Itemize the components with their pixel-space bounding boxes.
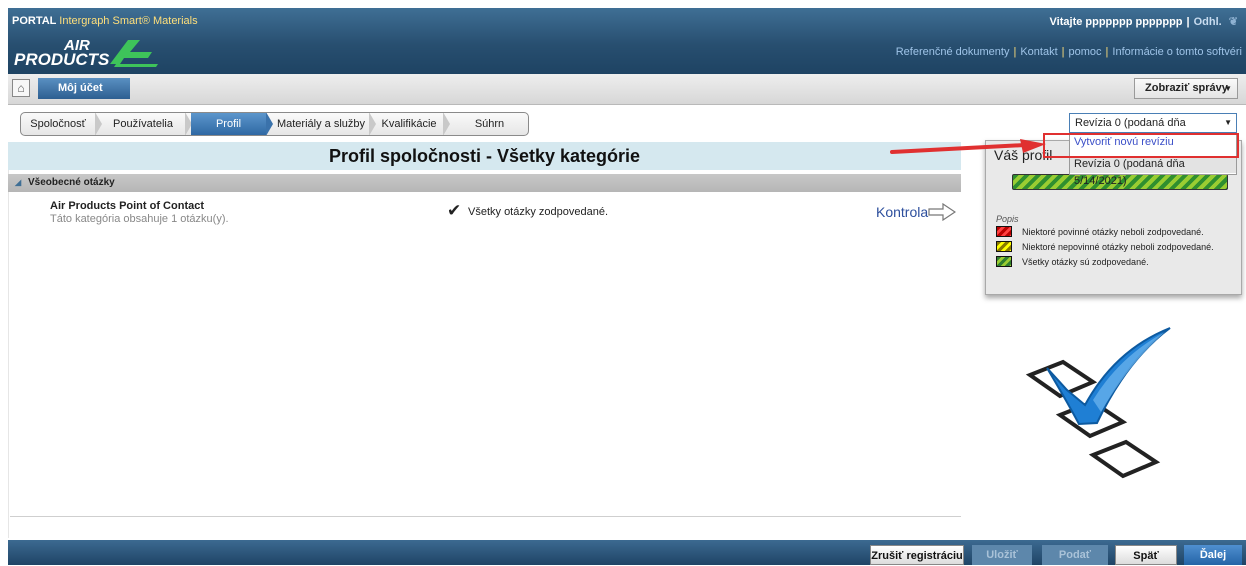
legend-text: Niektoré nepovinné otázky neboli zodpove… [1022, 242, 1214, 252]
legend-label: Popis [996, 214, 1019, 224]
portal-header: PORTAL Intergraph Smart® Materials AIR P… [8, 8, 1246, 74]
leaf-icon: ❦ [1228, 16, 1238, 28]
red-status-icon [996, 226, 1012, 237]
reference-docs-link[interactable]: Referenčné dokumenty [896, 46, 1010, 58]
svg-text:PRODUCTS: PRODUCTS [14, 50, 110, 68]
portal-label: PORTAL [12, 15, 57, 27]
step-users[interactable]: Používatelia [101, 113, 192, 135]
legend-item-optional: Niektoré nepovinné otázky neboli zodpove… [996, 241, 1214, 253]
legend-text: Niektoré povinné otázky neboli zodpoveda… [1022, 227, 1204, 237]
air-products-logo: AIR PRODUCTS [14, 37, 158, 68]
submit-button[interactable]: Podať [1042, 545, 1108, 565]
step-label: Súhrn [474, 118, 505, 130]
account-bar: ⌂ Môj účet Zobraziť správy ▼ [8, 74, 1246, 105]
chevron-down-icon: ▼ [1224, 84, 1232, 93]
my-account-tab[interactable]: Môj účet [38, 78, 130, 99]
step-materials[interactable]: Materiály a služby [273, 113, 376, 135]
logout-link[interactable]: Odhl. [1194, 16, 1222, 28]
question-row-title: Air Products Point of Contact [50, 200, 204, 212]
top-links: Referenčné dokumenty | Kontakt | pomoc | Infor… [895, 46, 1242, 58]
contact-link[interactable]: Kontakt [1020, 46, 1057, 58]
save-button[interactable]: Uložiť [972, 545, 1032, 565]
content-divider [10, 516, 961, 517]
revision-select[interactable]: Revízia 0 (podaná dňa 5/14/2021) ▼ [1069, 113, 1237, 147]
yellow-status-icon [996, 241, 1012, 252]
about-software-link[interactable]: Informácie o tomto softvéri [1112, 46, 1242, 58]
step-summary[interactable]: Súhrn [451, 113, 528, 135]
arrow-right-icon[interactable] [928, 203, 956, 221]
category-title: Všeobecné otázky [28, 177, 115, 188]
checklist-illustration [1025, 327, 1171, 479]
step-label: Spoločnosť [30, 118, 86, 130]
legend-text: Všetky otázky sú zodpovedané. [1022, 257, 1149, 267]
step-label: Používatelia [113, 118, 173, 130]
step-profile[interactable]: Profil [191, 113, 273, 135]
collapse-triangle-icon: ◢ [15, 178, 22, 187]
review-link[interactable]: Kontrola [876, 204, 928, 220]
next-button[interactable]: Ďalej [1184, 545, 1242, 565]
legend-item-required: Niektoré povinné otázky neboli zodpoveda… [996, 226, 1204, 238]
revision-0-option[interactable]: Revízia 0 (podaná dňa 5/14/2021) [1070, 156, 1236, 187]
annotation-arrow-icon [890, 139, 1046, 154]
step-label: Profil [215, 118, 242, 130]
checkmark-icon: ✔ [447, 201, 462, 220]
step-label: Materiály a služby [276, 118, 366, 130]
row-status: Všetky otázky zodpovedané. [468, 206, 609, 218]
show-messages-label: Zobraziť správy [1145, 82, 1228, 94]
welcome-text: Vitajte ppppppp ppppppp [1049, 16, 1183, 28]
step-label: Kvalifikácie [381, 118, 437, 130]
welcome-area: Vitajte ppppppp ppppppp | Odhl. ❦ [1049, 16, 1238, 28]
app-name: Intergraph Smart® Materials [59, 15, 198, 27]
cancel-registration-button[interactable]: Zrušiť registráciu [870, 545, 964, 565]
question-row-subtitle: Táto kategória obsahuje 1 otázku(y). [50, 213, 229, 225]
home-icon[interactable]: ⌂ [12, 79, 30, 97]
show-messages-button[interactable]: Zobraziť správy ▼ [1134, 78, 1238, 99]
annotation-highlight-box [1043, 133, 1239, 158]
page-title: Profil spoločnosti - Všetky kategórie [8, 142, 961, 170]
category-header[interactable]: ◢ Všeobecné otázky [8, 174, 961, 192]
legend-item-complete: Všetky otázky sú zodpovedané. [996, 256, 1149, 268]
step-company[interactable]: Spoločnosť [21, 113, 102, 135]
wizard-steps: Spoločnosť Používatelia Profil Materiály… [20, 112, 529, 136]
green-status-icon [996, 256, 1012, 267]
help-link[interactable]: pomoc [1069, 46, 1102, 58]
back-button[interactable]: Späť [1115, 545, 1177, 565]
content-border [8, 142, 9, 538]
portal-title: PORTAL Intergraph Smart® Materials [12, 15, 198, 27]
chevron-down-icon: ▼ [1224, 118, 1232, 127]
step-qualifications[interactable]: Kvalifikácie [375, 113, 450, 135]
